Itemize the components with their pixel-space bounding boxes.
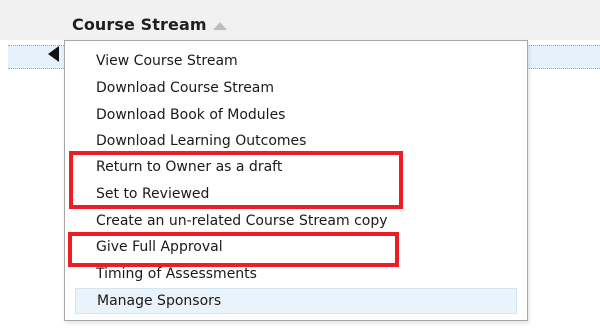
sort-ascending-icon[interactable] — [212, 22, 227, 30]
menu-item-download-learning-outcomes[interactable]: Download Learning Outcomes — [75, 128, 517, 154]
row-pointer-icon — [48, 46, 59, 62]
menu-item-set-to-reviewed[interactable]: Set to Reviewed — [75, 181, 517, 207]
menu-item-view-course-stream[interactable]: View Course Stream — [75, 48, 517, 74]
menu-item-download-course-stream[interactable]: Download Course Stream — [75, 75, 517, 101]
menu-item-create-unrelated-copy[interactable]: Create an un-related Course Stream copy — [75, 208, 517, 234]
menu-item-give-full-approval[interactable]: Give Full Approval — [75, 234, 517, 260]
column-header-course-stream[interactable]: Course Stream — [72, 15, 227, 34]
menu-item-return-to-owner-as-draft[interactable]: Return to Owner as a draft — [75, 154, 517, 180]
context-menu: View Course Stream Download Course Strea… — [64, 40, 528, 321]
menu-item-download-book-of-modules[interactable]: Download Book of Modules — [75, 102, 517, 128]
column-title: Course Stream — [72, 15, 207, 34]
menu-item-manage-sponsors[interactable]: Manage Sponsors — [75, 288, 517, 314]
menu-item-timing-of-assessments[interactable]: Timing of Assessments — [75, 261, 517, 287]
